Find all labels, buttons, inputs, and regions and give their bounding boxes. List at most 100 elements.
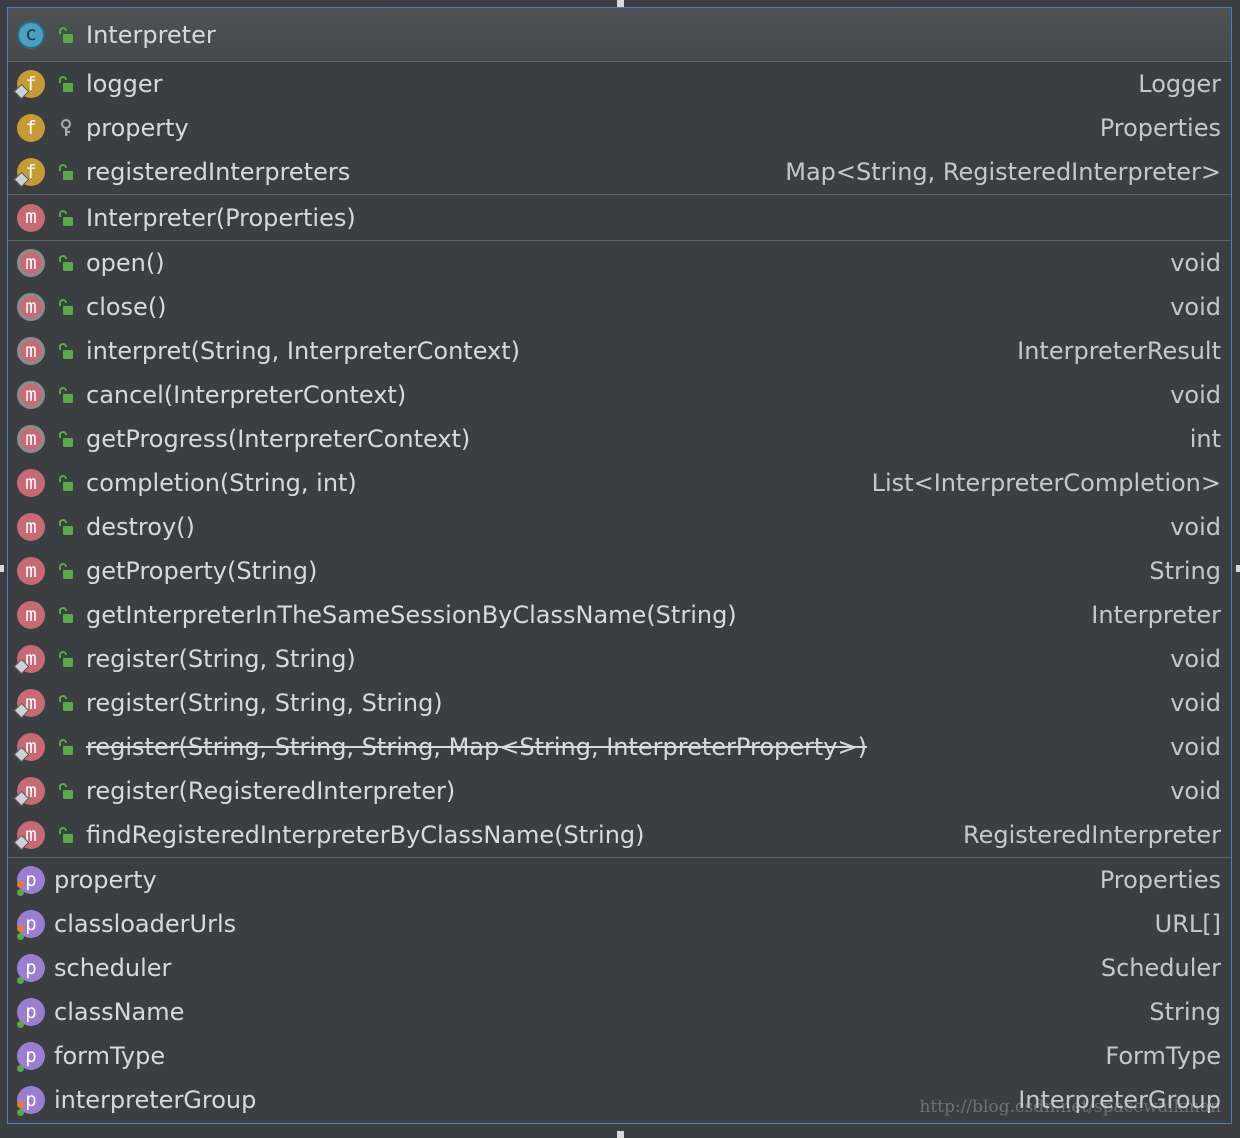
public-lock-icon [57,298,75,316]
method-row[interactable]: m register(String, String, String, Map<St… [8,725,1231,769]
fields-section: f logger Logger f property Properties f registe… [8,62,1231,195]
method-type: void [1170,777,1221,805]
method-row[interactable]: m getProgress(InterpreterContext) int [8,417,1231,461]
resize-handle-top[interactable] [617,0,624,7]
property-type: Scheduler [1100,954,1221,982]
public-lock-icon [57,163,75,181]
field-type: Properties [1099,114,1221,142]
property-row[interactable]: p scheduler Scheduler [8,946,1231,990]
method-name: close() [86,293,167,321]
method-name: destroy() [86,513,195,541]
method-name: register(String, String, String) [86,689,443,717]
method-type: List<InterpreterCompletion> [871,469,1221,497]
public-lock-icon [57,694,75,712]
method-row[interactable]: m destroy() void [8,505,1231,549]
method-row[interactable]: m getProperty(String) String [8,549,1231,593]
getter-dot-icon [17,933,24,940]
property-name: formType [54,1042,166,1070]
method-name: cancel(InterpreterContext) [86,381,407,409]
getter-dot-icon [17,1021,24,1028]
property-row[interactable]: p property Properties [8,858,1231,902]
method-row[interactable]: m interpret(String, InterpreterContext) In… [8,329,1231,373]
method-row[interactable]: m register(String, String) void [8,637,1231,681]
method-type: void [1170,293,1221,321]
method-name: register(String, String) [86,645,356,673]
field-row[interactable]: f logger Logger [8,62,1231,106]
constructors-section: m Interpreter(Properties) [8,195,1231,241]
resize-handle-bottom[interactable] [617,1131,624,1138]
field-row[interactable]: f registeredInterpreters Map<String, Regis… [8,150,1231,194]
method-kind-icon: m [17,337,45,365]
resize-handle-left[interactable] [0,565,4,572]
method-name: interpret(String, InterpreterContext) [86,337,521,365]
field-kind-icon: f [17,114,45,142]
method-kind-icon: m [17,381,45,409]
method-row[interactable]: m register(RegisteredInterpreter) void [8,769,1231,813]
public-lock-icon [57,26,75,44]
method-name: register(RegisteredInterpreter) [86,777,456,805]
method-type: String [1149,557,1221,585]
method-type: void [1170,645,1221,673]
method-row[interactable]: m close() void [8,285,1231,329]
method-row[interactable]: m getInterpreterInTheSameSessionByClassNa… [8,593,1231,637]
method-kind-icon: m [17,557,45,585]
field-row[interactable]: f property Properties [8,106,1231,150]
getter-dot-icon [17,1065,24,1072]
method-type: void [1170,249,1221,277]
setter-dot-icon [17,881,24,888]
public-lock-icon [57,606,75,624]
setter-dot-icon [17,925,24,932]
field-type: Map<String, RegisteredInterpreter> [785,158,1221,186]
method-kind-icon: m [17,601,45,629]
method-type: int [1189,425,1221,453]
constructor-name: Interpreter(Properties) [86,203,356,232]
public-lock-icon [57,430,75,448]
public-lock-icon [57,518,75,536]
method-row[interactable]: m cancel(InterpreterContext) void [8,373,1231,417]
public-lock-icon [57,342,75,360]
method-kind-icon: m [17,293,45,321]
property-name: className [54,998,185,1026]
method-type: void [1170,513,1221,541]
class-icon: c [17,20,45,49]
method-row[interactable]: m findRegisteredInterpreterByClassName(St… [8,813,1231,857]
property-row[interactable]: p classloaderUrls URL[] [8,902,1231,946]
method-row[interactable]: m open() void [8,241,1231,285]
method-type: InterpreterResult [1017,337,1221,365]
public-lock-icon [57,562,75,580]
getter-dot-icon [17,977,24,984]
public-lock-icon [57,826,75,844]
method-name: register(String, String, String, Map<Str… [86,733,867,761]
method-name: getProperty(String) [86,557,318,585]
method-row[interactable]: m register(String, String, String) void [8,681,1231,725]
method-name: open() [86,249,165,277]
method-kind-icon: m [17,469,45,497]
method-row[interactable]: m completion(String, int) List<Interpreter… [8,461,1231,505]
property-row[interactable]: p className String [8,990,1231,1034]
structure-popup: c Interpreter f logger Logger f property Prop… [7,7,1232,1124]
getter-dot-icon [17,1109,24,1116]
method-type: Interpreter [1091,601,1221,629]
class-name: Interpreter [86,20,216,49]
property-name: classloaderUrls [54,910,237,938]
protected-key-icon [57,119,75,137]
method-name: findRegisteredInterpreterByClassName(Str… [86,821,645,849]
method-kind-icon: m [17,249,45,277]
constructor-row[interactable]: m Interpreter(Properties) [8,195,1231,240]
method-name: getInterpreterInTheSameSessionByClassNam… [86,601,737,629]
public-lock-icon [57,738,75,756]
public-lock-icon [57,209,75,227]
method-type: void [1170,381,1221,409]
property-name: interpreterGroup [54,1086,257,1114]
property-type: URL[] [1154,910,1221,938]
method-kind-icon: m [17,203,45,232]
property-type: String [1149,998,1221,1026]
property-type: FormType [1105,1042,1221,1070]
resize-handle-right[interactable] [1236,565,1240,572]
property-row[interactable]: p formType FormType [8,1034,1231,1078]
public-lock-icon [57,474,75,492]
public-lock-icon [57,75,75,93]
method-name: completion(String, int) [86,469,357,497]
method-type: void [1170,689,1221,717]
class-header[interactable]: c Interpreter [8,8,1231,62]
